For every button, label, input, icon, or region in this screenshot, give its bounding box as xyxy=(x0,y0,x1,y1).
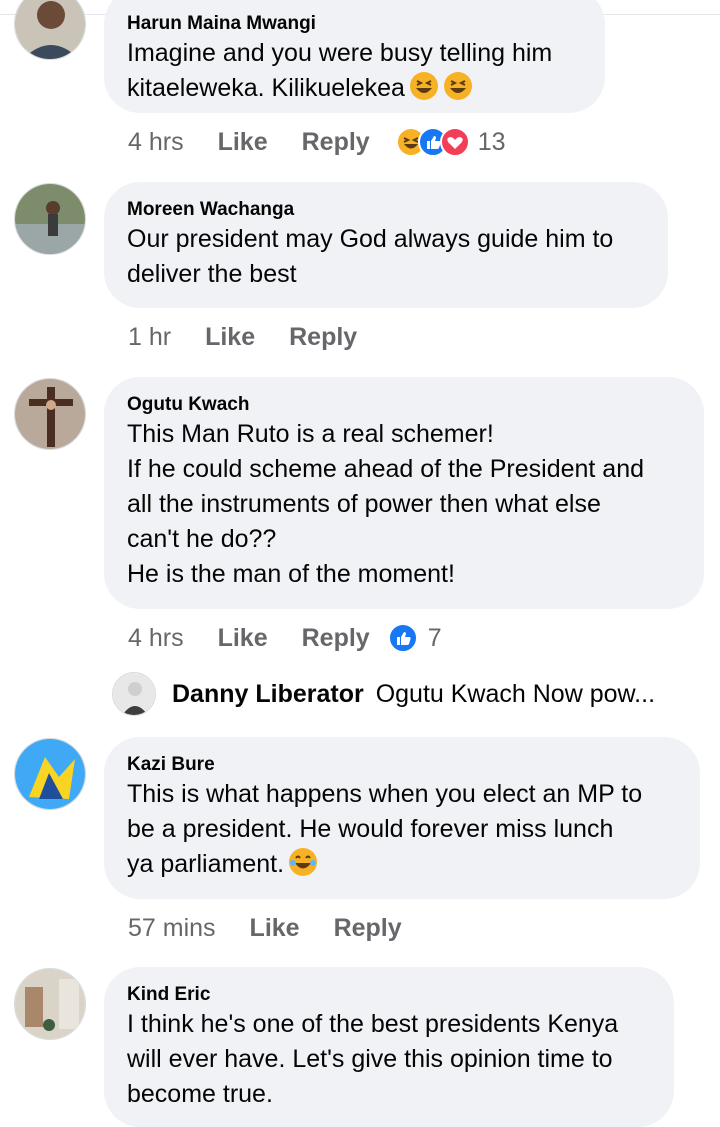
avatar[interactable] xyxy=(14,183,86,255)
comment-time[interactable]: 4 hrs xyxy=(128,624,184,653)
avatar[interactable] xyxy=(14,968,86,1040)
love-reaction-icon xyxy=(439,127,470,157)
comment-bubble: Harun Maina Mwangi Imagine and you were … xyxy=(104,0,605,113)
comment-time[interactable]: 1 hr xyxy=(128,323,171,352)
comment-bubble: Kind Eric I think he's one of the best p… xyxy=(104,967,674,1127)
reply-button[interactable]: Reply xyxy=(289,323,357,352)
tears-of-joy-emoji-icon xyxy=(288,847,318,877)
reply-button[interactable]: Reply xyxy=(302,128,370,157)
comment-actions: 57 mins Like Reply xyxy=(128,911,436,945)
comment-author[interactable]: Harun Maina Mwangi xyxy=(127,12,583,36)
avatar[interactable] xyxy=(14,738,86,810)
comment-actions: 4 hrs Like Reply 13 xyxy=(128,125,506,159)
comment-actions: 4 hrs Like Reply 7 xyxy=(128,621,442,655)
grinning-squint-emoji-icon xyxy=(409,71,439,101)
reaction-count: 13 xyxy=(477,127,506,156)
comment-text: This Man Ruto is a real schemer! If he c… xyxy=(127,420,645,588)
avatar-photo-icon xyxy=(15,969,85,1039)
comment-author[interactable]: Kind Eric xyxy=(127,983,652,1007)
reaction-count: 7 xyxy=(427,623,442,652)
comment-bubble: Kazi Bure This is what happens when you … xyxy=(104,737,700,899)
comment-text: This is what happens when you elect an M… xyxy=(127,780,643,878)
comment-text: I think he's one of the best presidents … xyxy=(127,1010,619,1108)
reply-button[interactable]: Reply xyxy=(334,914,402,943)
comment-author[interactable]: Kazi Bure xyxy=(127,753,678,777)
comment-author[interactable]: Moreen Wachanga xyxy=(127,198,646,222)
avatar[interactable] xyxy=(14,378,86,450)
comment-actions: 1 hr Like Reply xyxy=(128,320,391,354)
reply-text: Ogutu Kwach Now pow... xyxy=(375,679,656,708)
comment-author[interactable]: Ogutu Kwach xyxy=(127,393,682,417)
avatar-photo-icon xyxy=(15,184,85,254)
comment-time[interactable]: 4 hrs xyxy=(128,128,184,157)
like-button[interactable]: Like xyxy=(218,624,268,653)
reactions-summary[interactable]: 13 xyxy=(395,127,506,157)
like-reaction-icon xyxy=(387,623,418,653)
avatar-photo-icon xyxy=(15,0,85,59)
like-button[interactable]: Like xyxy=(205,323,255,352)
like-button[interactable]: Like xyxy=(218,128,268,157)
avatar[interactable] xyxy=(14,0,86,60)
comment-bubble: Moreen Wachanga Our president may God al… xyxy=(104,182,668,308)
avatar-photo-icon xyxy=(113,673,155,715)
avatar[interactable] xyxy=(112,672,156,716)
like-button[interactable]: Like xyxy=(250,914,300,943)
comment-time[interactable]: 57 mins xyxy=(128,914,216,943)
reply-preview[interactable]: Danny Liberator Ogutu Kwach Now pow... xyxy=(112,672,655,716)
reactions-summary[interactable]: 7 xyxy=(387,623,442,653)
reply-author[interactable]: Danny Liberator xyxy=(172,680,364,709)
comment-bubble: Ogutu Kwach This Man Ruto is a real sche… xyxy=(104,377,704,609)
grinning-squint-emoji-icon xyxy=(443,71,473,101)
comment-text: Our president may God always guide him t… xyxy=(127,225,614,288)
avatar-photo-icon xyxy=(15,739,85,809)
comment-text: Imagine and you were busy telling him ki… xyxy=(127,39,553,102)
avatar-photo-icon xyxy=(15,379,85,449)
reply-button[interactable]: Reply xyxy=(302,624,370,653)
